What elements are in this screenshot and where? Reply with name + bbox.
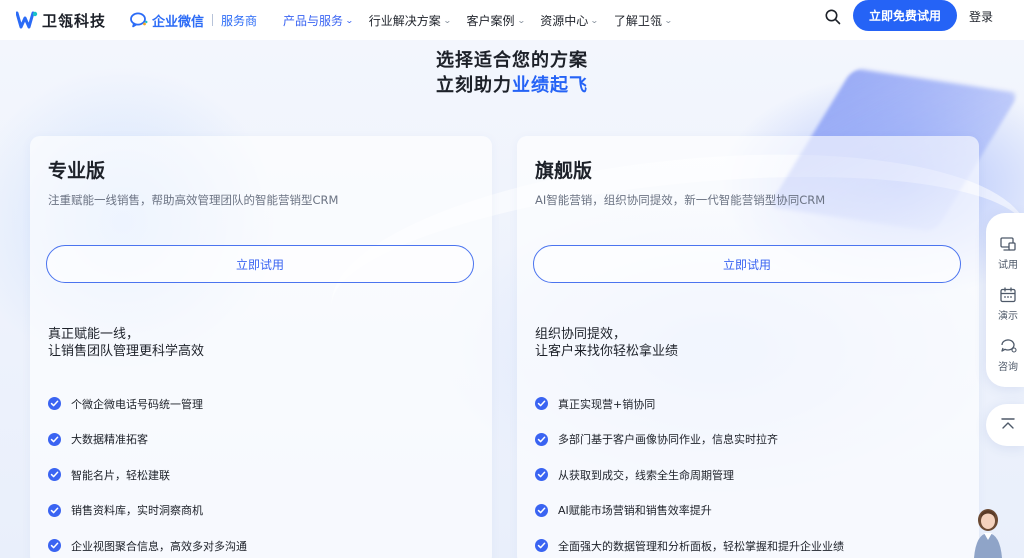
- assistant-avatar[interactable]: [968, 502, 1008, 558]
- nav-item-label: 了解卫瓴: [613, 13, 662, 28]
- plan-subtitle-line2: 让客户来找你轻松拿业绩: [535, 344, 679, 359]
- hero-titles: 选择适合您的方案 立刻助力业绩起飞: [0, 48, 1024, 98]
- plan-subtitle-line2: 让销售团队管理更科学高效: [48, 344, 205, 359]
- try-now-button[interactable]: 立即试用: [533, 245, 961, 283]
- check-icon: [48, 539, 61, 553]
- feature-list: 真正实现营+销协同 多部门基于客户画像协同作业，信息实时拉齐 从获取到成交，线索…: [535, 386, 844, 558]
- calendar-icon: [999, 286, 1017, 304]
- plan-subtitle-line1: 组织协同提效，: [535, 327, 627, 342]
- plan-name: 旗舰版: [535, 160, 593, 182]
- feature-text: 多部门基于客户画像协同作业，信息实时拉齐: [558, 433, 778, 447]
- check-icon: [48, 432, 61, 446]
- plan-description: 注重赋能一线销售，帮助高效管理团队的智能营销型CRM: [48, 193, 339, 207]
- trial-icon: [999, 235, 1017, 253]
- hero-title-line2: 立刻助力业绩起飞: [0, 73, 1024, 98]
- feature-item: 企业视图聚合信息，高效多对多沟通: [48, 528, 247, 558]
- plan-description: AI智能营销，组织协同提效，新一代智能营销型协同CRM: [535, 193, 826, 207]
- back-to-top-button[interactable]: [986, 404, 1024, 446]
- check-icon: [48, 503, 61, 517]
- main-nav: 产品与服务 ⌄ 行业解决方案 ⌄ 客户案例 ⌄ 资源中心 ⌄ 了解卫瓴 ⌄: [283, 12, 688, 29]
- feature-text: 智能名片，轻松建联: [71, 468, 170, 482]
- partner-sub-label: 服务商: [221, 13, 258, 28]
- logo-icon: [16, 11, 38, 29]
- feature-item: 从获取到成交，线索全生命周期管理: [535, 457, 844, 493]
- feature-list: 个微企微电话号码统一管理 大数据精准拓客 智能名片，轻松建联 销售资料库，实时洞…: [48, 386, 247, 558]
- try-now-button[interactable]: 立即试用: [46, 245, 474, 283]
- nav-item-about[interactable]: 了解卫瓴 ⌄: [613, 12, 673, 29]
- check-icon: [535, 468, 548, 482]
- feature-text: 销售资料库，实时洞察商机: [71, 504, 203, 518]
- feature-item: 大数据精准拓客: [48, 422, 247, 458]
- free-trial-button[interactable]: 立即免费试用: [853, 0, 957, 31]
- brand-logo[interactable]: 卫瓴科技: [16, 10, 106, 31]
- partner-name: 企业微信: [152, 14, 205, 30]
- feature-item: 真正实现营+销协同: [535, 386, 844, 422]
- plan-name: 专业版: [48, 160, 106, 182]
- plan-subtitle-line1: 真正赋能一线，: [48, 327, 140, 342]
- nav-item-label: 资源中心: [540, 13, 589, 28]
- feature-text: AI赋能市场营销和销售效率提升: [558, 504, 712, 518]
- chevron-down-icon: ⌄: [590, 15, 599, 25]
- chevron-down-icon: ⌄: [345, 15, 354, 25]
- chevron-down-icon: ⌄: [663, 15, 673, 25]
- plan-subtitle: 组织协同提效， 让客户来找你轻松拿业绩: [535, 326, 678, 360]
- check-icon: [48, 397, 61, 411]
- nav-item-cases[interactable]: 客户案例 ⌄: [466, 12, 526, 29]
- check-icon: [535, 432, 548, 446]
- chevron-down-icon: ⌄: [516, 15, 526, 25]
- nav-item-solutions[interactable]: 行业解决方案 ⌄: [368, 12, 452, 29]
- feature-item: AI赋能市场营销和销售效率提升: [535, 493, 844, 529]
- feature-text: 大数据精准拓客: [71, 433, 148, 447]
- feature-text: 企业视图聚合信息，高效多对多沟通: [71, 539, 247, 553]
- plan-card-professional: 专业版 注重赋能一线销售，帮助高效管理团队的智能营销型CRM 立即试用 真正赋能…: [30, 136, 492, 558]
- chat-icon: [999, 337, 1017, 355]
- feature-item: 销售资料库，实时洞察商机: [48, 493, 247, 529]
- feature-text: 个微企微电话号码统一管理: [71, 397, 203, 411]
- check-icon: [535, 397, 548, 411]
- side-item-label: 试用: [998, 260, 1018, 271]
- partner-divider: [212, 14, 214, 26]
- feature-text: 真正实现营+销协同: [558, 397, 656, 411]
- login-link[interactable]: 登录: [969, 8, 993, 25]
- back-to-top-icon: [1000, 416, 1016, 435]
- side-item-consult[interactable]: 咨询: [986, 337, 1024, 373]
- side-item-trial[interactable]: 试用: [986, 235, 1024, 271]
- nav-item-label: 行业解决方案: [368, 13, 441, 28]
- feature-item: 多部门基于客户画像协同作业，信息实时拉齐: [535, 422, 844, 458]
- check-icon: [535, 539, 548, 553]
- side-item-label: 咨询: [998, 362, 1018, 373]
- hero-title-line1: 选择适合您的方案: [436, 50, 588, 71]
- nav-item-resources[interactable]: 资源中心 ⌄: [540, 12, 599, 29]
- partner-badge[interactable]: 企业微信 服务商: [130, 11, 257, 30]
- feature-item: 个微企微电话号码统一管理: [48, 386, 247, 422]
- side-item-label: 演示: [998, 311, 1018, 322]
- floating-contact-panel: 试用 演示 咨询: [986, 213, 1024, 387]
- brand-name: 卫瓴科技: [42, 11, 107, 30]
- nav-item-products[interactable]: 产品与服务 ⌄: [283, 12, 354, 29]
- feature-text: 全面强大的数据管理和分析面板，轻松掌握和提升企业业绩: [558, 539, 844, 553]
- check-icon: [48, 468, 61, 482]
- side-item-demo[interactable]: 演示: [986, 286, 1024, 322]
- nav-item-label: 产品与服务: [283, 13, 344, 28]
- wecom-icon: [130, 12, 148, 28]
- chevron-down-icon: ⌄: [442, 15, 452, 25]
- check-icon: [535, 503, 548, 517]
- plan-subtitle: 真正赋能一线， 让销售团队管理更科学高效: [48, 326, 204, 360]
- top-header: 卫瓴科技 企业微信 服务商 产品与服务 ⌄ 行业解决方案 ⌄ 客户案例 ⌄ 资源…: [0, 0, 1024, 40]
- search-icon[interactable]: [824, 8, 842, 26]
- feature-item: 智能名片，轻松建联: [48, 457, 247, 493]
- hero-title-accent: 业绩起飞: [512, 75, 588, 96]
- hero-title-prefix: 立刻助力: [436, 75, 512, 96]
- plan-card-flagship: 旗舰版 AI智能营销，组织协同提效，新一代智能营销型协同CRM 立即试用 组织协…: [517, 136, 979, 558]
- feature-text: 从获取到成交，线索全生命周期管理: [558, 468, 734, 482]
- nav-item-label: 客户案例: [466, 13, 515, 28]
- feature-item: 全面强大的数据管理和分析面板，轻松掌握和提升企业业绩: [535, 528, 844, 558]
